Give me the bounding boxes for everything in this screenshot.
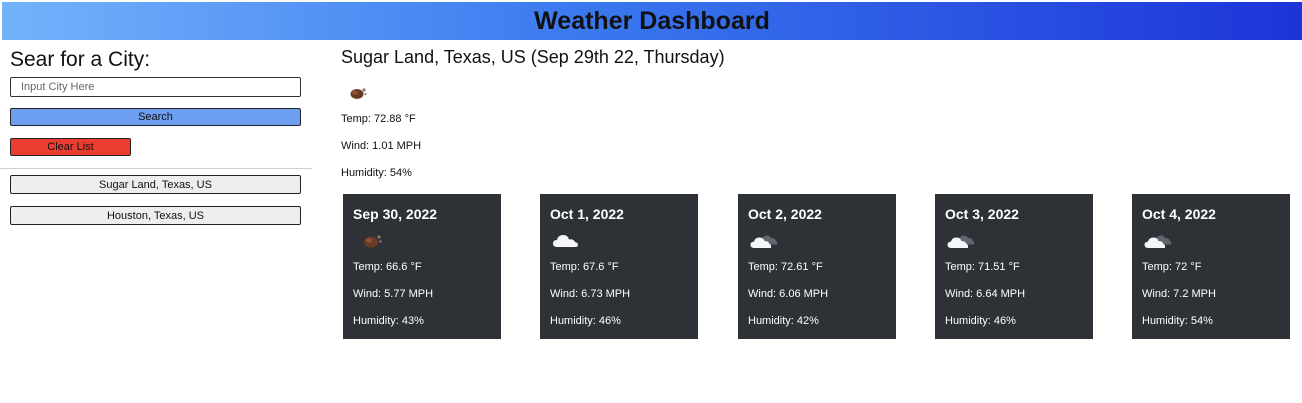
app-header: Weather Dashboard [2,2,1302,40]
page-title: Weather Dashboard [534,6,770,35]
broken-clouds-icon [1144,235,1172,248]
current-wind: Wind: 1.01 MPH [341,140,422,152]
forecast-card: Sep 30, 2022 Temp: 66.6 °F Wind: 5.77 MP… [343,194,501,339]
forecast-wind: Wind: 6.06 MPH [748,288,829,300]
forecast-humidity: Humidity: 46% [550,315,621,327]
forecast-humidity: Humidity: 43% [353,315,424,327]
forecast-date: Sep 30, 2022 [353,206,438,222]
cloud-icon [553,235,578,247]
forecast-wind: Wind: 5.77 MPH [353,288,434,300]
forecast-wind: Wind: 6.73 MPH [550,288,631,300]
forecast-temp: Temp: 72 °F [1142,261,1202,273]
forecast-wind: Wind: 6.64 MPH [945,288,1026,300]
forecast-date: Oct 2, 2022 [748,206,822,222]
history-city-button[interactable]: Sugar Land, Texas, US [10,175,301,194]
forecast-card: Oct 2, 2022 Temp: 72.61 °F Wind: 6.06 MP… [738,194,896,339]
forecast-wind: Wind: 7.2 MPH [1142,288,1216,300]
smoke-icon [350,88,367,99]
search-heading: Sear for a City: [10,48,151,71]
city-search-input[interactable] [10,77,301,97]
current-temp: Temp: 72.88 °F [341,113,416,125]
search-button[interactable]: Search [10,108,301,126]
forecast-humidity: Humidity: 42% [748,315,819,327]
sidebar-divider [0,168,312,169]
forecast-temp: Temp: 72.61 °F [748,261,823,273]
smoke-icon [364,235,382,248]
broken-clouds-icon [750,235,778,248]
forecast-date: Oct 1, 2022 [550,206,624,222]
forecast-temp: Temp: 66.6 °F [353,261,422,273]
forecast-temp: Temp: 71.51 °F [945,261,1020,273]
forecast-date: Oct 3, 2022 [945,206,1019,222]
forecast-card: Oct 3, 2022 Temp: 71.51 °F Wind: 6.64 MP… [935,194,1093,339]
forecast-card: Oct 1, 2022 Temp: 67.6 °F Wind: 6.73 MPH… [540,194,698,339]
forecast-humidity: Humidity: 54% [1142,315,1213,327]
clear-list-button[interactable]: Clear List [10,138,131,156]
forecast-humidity: Humidity: 46% [945,315,1016,327]
history-city-button[interactable]: Houston, Texas, US [10,206,301,225]
current-city-title: Sugar Land, Texas, US (Sep 29th 22, Thur… [341,47,725,67]
broken-clouds-icon [947,235,975,248]
current-humidity: Humidity: 54% [341,167,412,179]
forecast-card: Oct 4, 2022 Temp: 72 °F Wind: 7.2 MPH Hu… [1132,194,1290,339]
forecast-temp: Temp: 67.6 °F [550,261,619,273]
forecast-date: Oct 4, 2022 [1142,206,1216,222]
